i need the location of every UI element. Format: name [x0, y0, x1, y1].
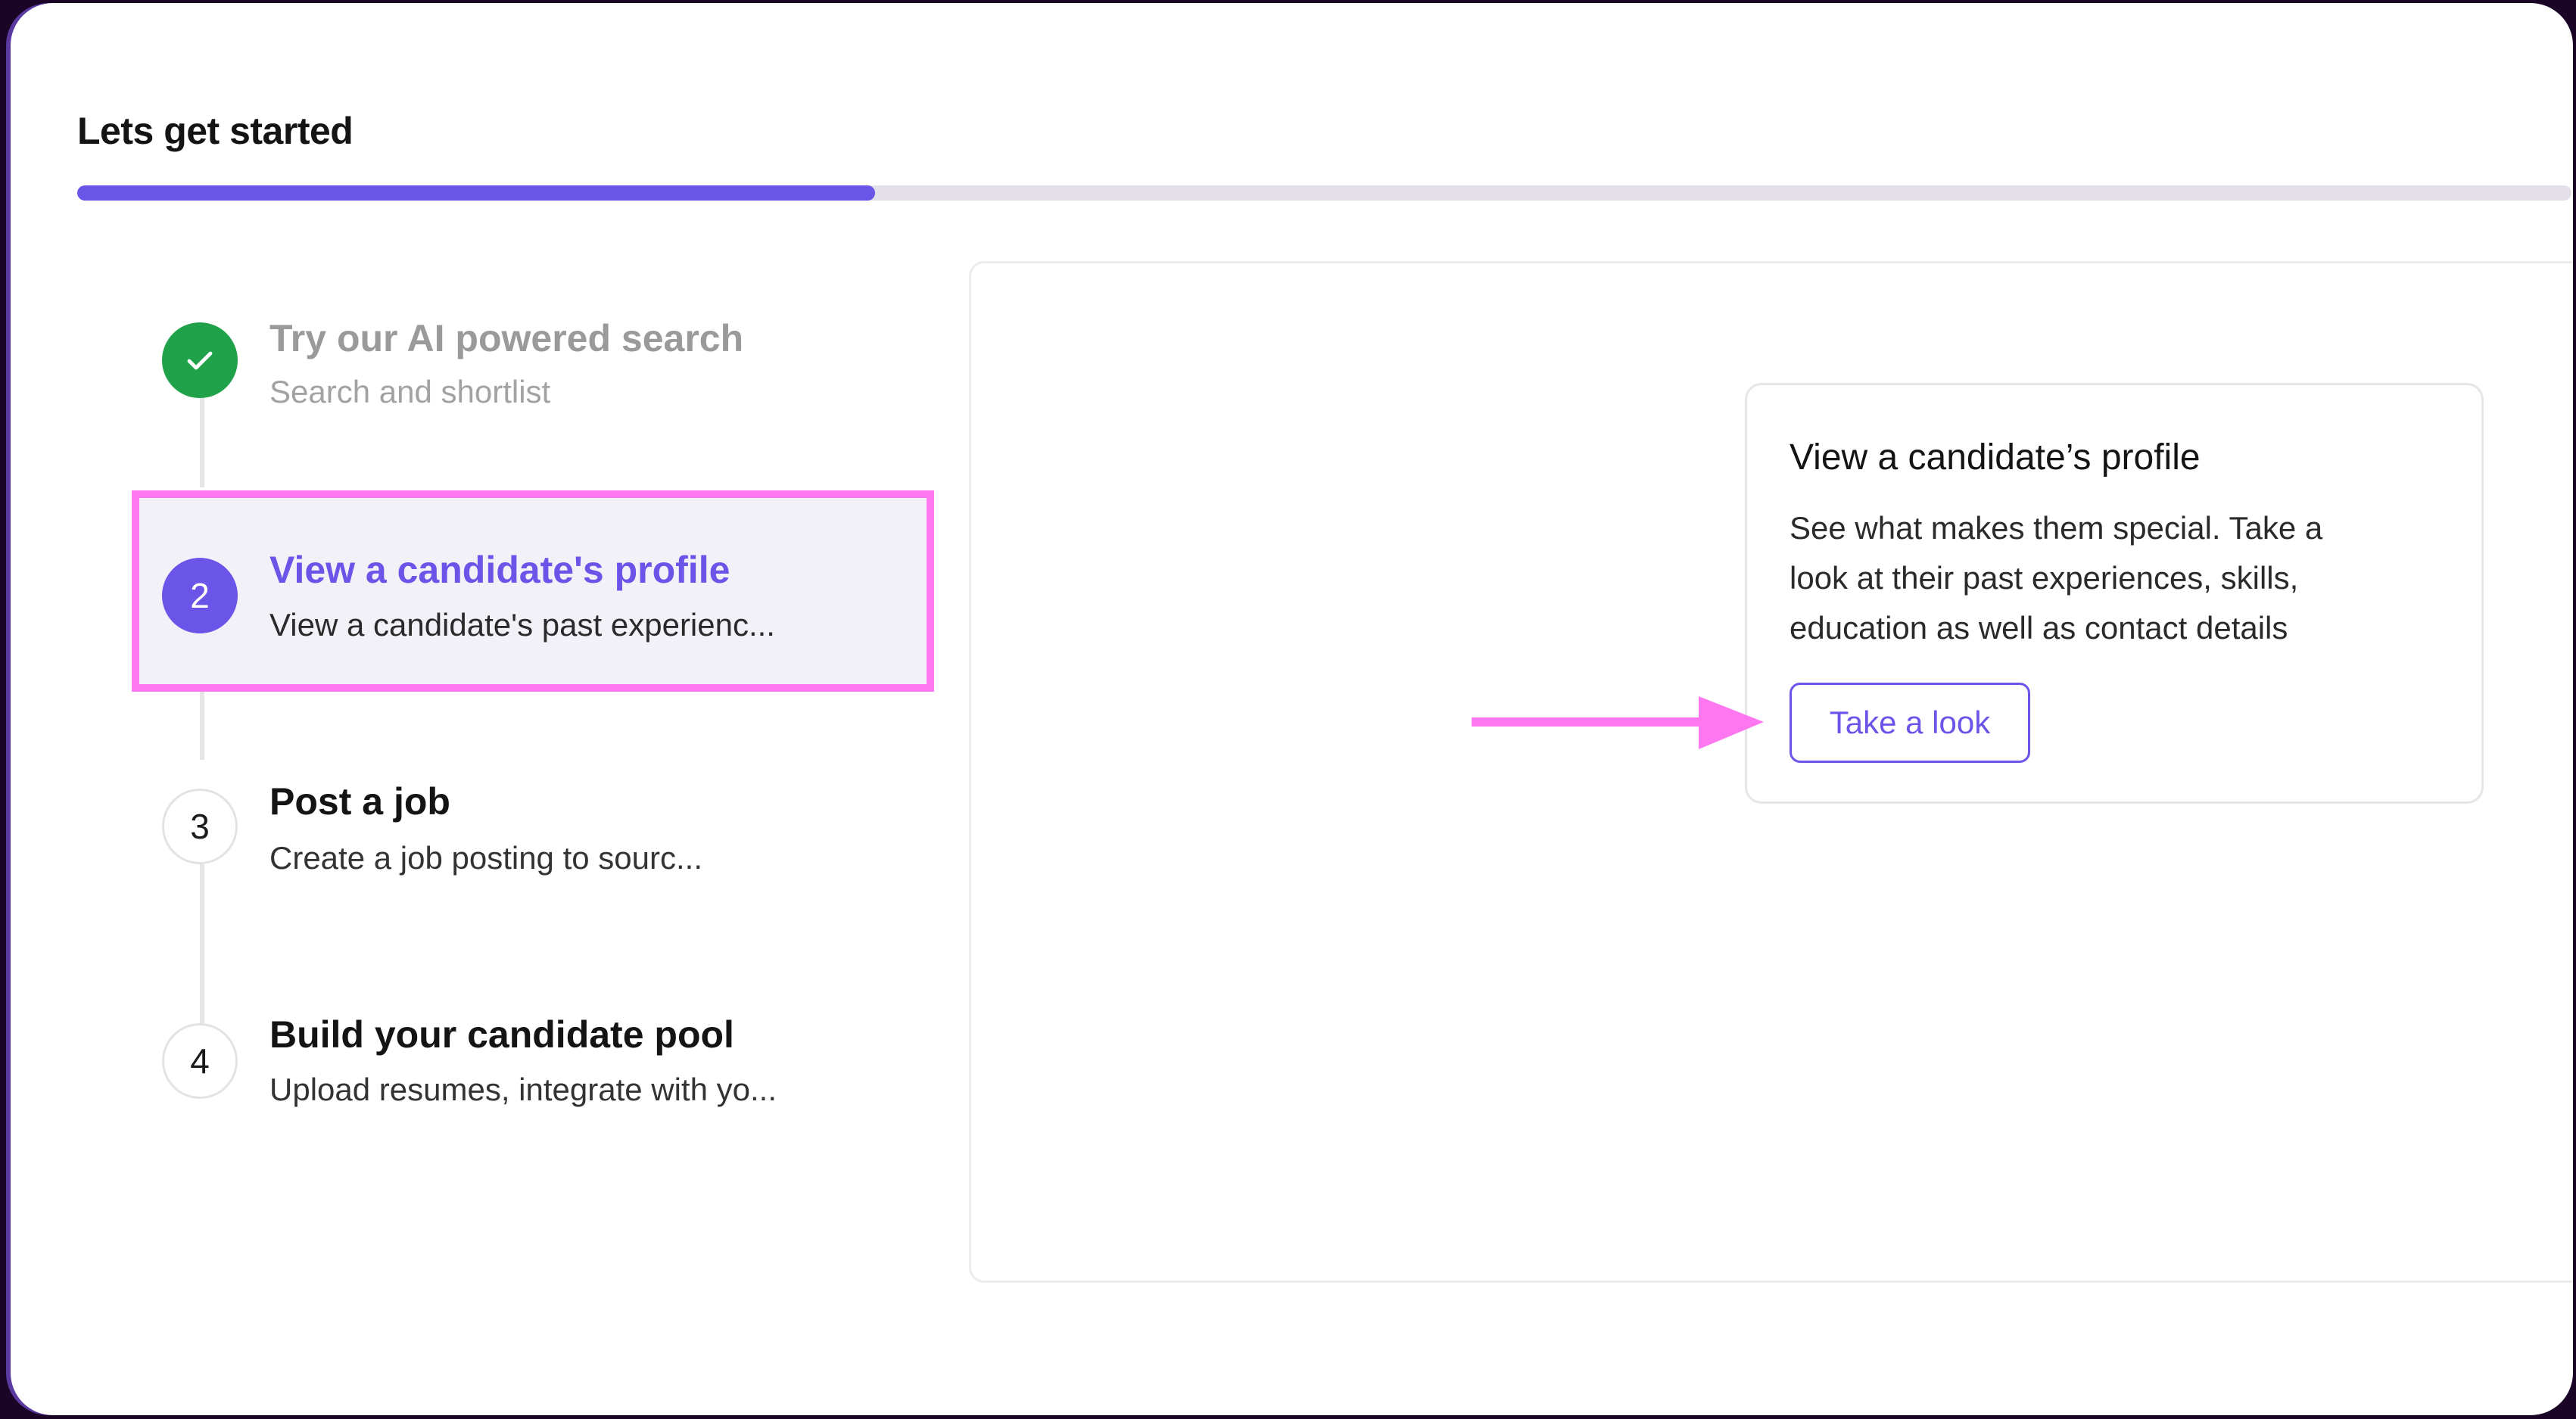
step-subtitle: Create a job posting to sourc... — [269, 840, 702, 876]
checkmark-icon — [187, 351, 213, 370]
step-title: Try our AI powered search — [269, 317, 744, 359]
card-description-line: education as well as contact details — [1789, 610, 2288, 646]
step-subtitle: View a candidate's past experienc... — [269, 607, 775, 643]
right-arrow-icon — [1472, 696, 1764, 749]
step-number-circle: 3 — [162, 789, 238, 864]
step-view-profile[interactable]: 2 View a candidate's profile View a cand… — [124, 533, 927, 684]
step-post-job[interactable]: 3 Post a job Create a job posting to sou… — [124, 767, 927, 919]
app-window: Lets get started Try our AI powered sear… — [11, 3, 2573, 1415]
take-a-look-button[interactable]: Take a look — [1789, 683, 2030, 763]
card-description-line: See what makes them special. Take a — [1789, 510, 2323, 546]
step-title: View a candidate's profile — [269, 549, 730, 591]
card-description-line: look at their past experiences, skills, — [1789, 560, 2299, 596]
step-title: Post a job — [269, 780, 450, 823]
step-subtitle: Search and shortlist — [269, 374, 551, 409]
onboarding-steps: Try our AI powered search Search and sho… — [11, 3, 957, 1290]
step-ai-search[interactable]: Try our AI powered search Search and sho… — [124, 306, 927, 457]
step-detail-card: View a candidate’s profile See what make… — [1745, 383, 2484, 804]
step-number-circle: 4 — [162, 1023, 238, 1099]
card-title: View a candidate’s profile — [1789, 437, 2201, 478]
step-candidate-pool[interactable]: 4 Build your candidate pool Upload resum… — [124, 1000, 927, 1152]
step-subtitle: Upload resumes, integrate with yo... — [269, 1072, 777, 1107]
card-description: See what makes them special. Take a look… — [1789, 503, 2410, 653]
step-connector — [200, 684, 204, 760]
step-status-circle — [162, 322, 238, 398]
step-title: Build your candidate pool — [269, 1013, 734, 1056]
step-number-circle: 2 — [162, 558, 238, 633]
